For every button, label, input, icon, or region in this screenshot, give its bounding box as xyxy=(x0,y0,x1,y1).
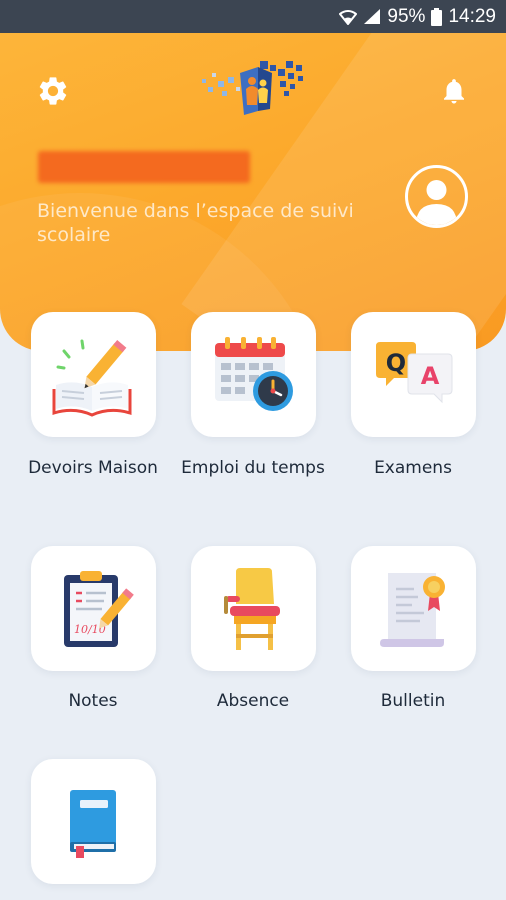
tile-label-bulletin: Bulletin xyxy=(380,691,446,711)
tile-examens[interactable]: Q A xyxy=(351,312,476,437)
clock-time: 14:29 xyxy=(448,5,496,27)
bell-icon[interactable] xyxy=(436,73,472,109)
welcome-header: Bienvenue dans l’espace de suivi scolair… xyxy=(0,33,506,351)
battery-icon xyxy=(431,7,443,26)
certificate-icon xyxy=(379,572,445,647)
user-avatar-icon[interactable] xyxy=(405,165,468,228)
blue-book-icon xyxy=(69,789,116,858)
tile-devoirs-maison[interactable] xyxy=(31,312,156,437)
tile-emploi-du-temps[interactable] xyxy=(191,312,316,437)
qa-icon: Q A xyxy=(375,341,452,403)
tile-notes[interactable]: 10/10 xyxy=(31,546,156,671)
tile-label-emploi-du-temps: Emploi du temps xyxy=(181,458,325,478)
tile-book[interactable] xyxy=(31,759,156,884)
welcome-text: Bienvenue dans l’espace de suivi scolair… xyxy=(37,200,354,246)
school-logo xyxy=(200,59,306,121)
wifi-icon xyxy=(339,9,358,25)
battery-percent: 95% xyxy=(387,5,426,27)
signal-icon xyxy=(363,8,381,25)
gear-icon[interactable] xyxy=(35,73,71,109)
tile-label-devoirs-maison: Devoirs Maison xyxy=(28,458,158,478)
user-name-redacted xyxy=(38,151,250,183)
chair-icon xyxy=(223,567,280,650)
calendar-clock-icon xyxy=(214,336,293,411)
tile-absence[interactable] xyxy=(191,546,316,671)
homework-book-icon xyxy=(52,339,131,417)
status-bar: 95% 14:29 xyxy=(0,0,506,33)
tile-bulletin[interactable] xyxy=(351,546,476,671)
clipboard-grade-icon: 10/10 xyxy=(63,570,134,647)
tile-label-absence: Absence xyxy=(216,691,290,711)
tile-label-notes: Notes xyxy=(68,691,118,711)
svg-text:A: A xyxy=(420,362,439,390)
tile-label-examens: Examens xyxy=(374,458,452,478)
svg-text:Q: Q xyxy=(385,349,405,377)
